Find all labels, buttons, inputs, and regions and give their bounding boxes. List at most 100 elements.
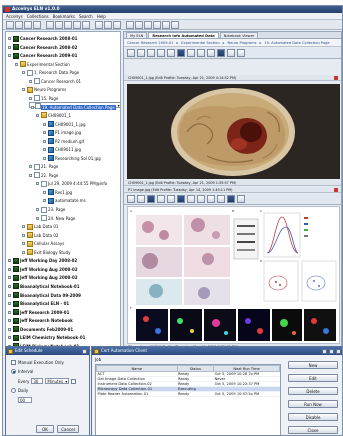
export-button[interactable] [217,195,225,203]
zoom-in-button[interactable] [157,49,165,57]
disable-button[interactable]: Disable [288,413,338,421]
expand-toggle-icon[interactable] [8,293,11,297]
expand-toggle-icon[interactable] [8,302,11,306]
expand-toggle-icon[interactable] [29,165,32,169]
expand-toggle-icon[interactable] [29,173,32,177]
menu-help[interactable]: Help [97,13,106,19]
daily-option[interactable]: Daily [11,388,28,393]
grid-button[interactable] [187,195,195,203]
print-button[interactable] [227,195,235,203]
close-icon[interactable] [334,76,338,80]
expand-toggle-icon[interactable] [8,319,11,323]
save-button[interactable] [237,195,245,203]
expand-toggle-icon[interactable] [36,208,39,211]
expand-toggle-icon[interactable] [22,225,25,229]
expand-toggle-icon[interactable] [8,37,11,40]
table-row[interactable]: Instrument Data Collection-02 Ready Oct 5,… [96,381,280,387]
daily-time-field[interactable]: 00 [18,397,32,403]
breadcrumb-item[interactable]: Experimental Section [181,41,219,45]
expand-toggle-icon[interactable] [22,242,25,246]
zoom-out-button[interactable] [167,195,175,203]
annotate-button[interactable] [177,49,185,57]
ok-button[interactable]: OK [36,425,54,433]
new-button[interactable]: New [288,361,338,369]
expand-toggle-icon[interactable] [43,199,46,203]
expand-toggle-icon[interactable] [22,233,25,237]
delete-button[interactable]: Delete [288,387,338,395]
expand-toggle-icon[interactable] [36,216,39,220]
print-button[interactable] [33,20,41,29]
expand-toggle-icon[interactable] [43,131,46,135]
zoom-in-button[interactable] [157,195,165,203]
expand-toggle-icon[interactable] [22,71,25,75]
expand-toggle-icon[interactable] [29,79,32,83]
expand-toggle-icon[interactable] [22,88,25,92]
expand-toggle-icon[interactable] [8,259,11,263]
expand-toggle-icon[interactable] [8,45,11,49]
table-row[interactable]: Plate Reader Automation-01 Ready Oct 5, 20… [96,391,280,397]
close-icon[interactable] [82,348,87,354]
expand-toggle-icon[interactable] [8,284,11,288]
expand-toggle-icon[interactable] [43,156,46,160]
back-button[interactable] [127,195,135,203]
forward-button[interactable] [137,49,145,57]
crop-button[interactable] [197,195,205,203]
image-button[interactable] [153,20,161,29]
rotate-button[interactable] [207,49,215,57]
expand-toggle-icon[interactable] [8,276,11,280]
save-button[interactable] [24,20,32,29]
tab-2[interactable]: Notebook Viewer [219,32,259,38]
paste-button[interactable] [64,20,72,29]
search-button[interactable] [95,20,103,29]
chart-button[interactable] [171,20,179,29]
expand-toggle-icon[interactable] [8,54,11,58]
home-button[interactable] [144,20,152,29]
print-button[interactable] [227,49,235,57]
cut-button[interactable] [46,20,54,29]
breadcrumb-item[interactable]: Neuro Programs [228,41,257,45]
minimize-icon[interactable] [322,348,327,354]
close-button[interactable]: Close [288,426,338,434]
save-button[interactable] [237,49,245,57]
menu-bookmarks[interactable]: Bookmarks [53,13,75,19]
tab-1[interactable]: Research Info Automated Data [148,32,219,38]
maximize-icon[interactable] [329,348,334,354]
expand-toggle-icon[interactable] [43,122,46,126]
annotate-button[interactable] [177,195,185,203]
rotate-button[interactable] [207,195,215,203]
manual-checkbox[interactable] [11,360,16,365]
expand-toggle-icon[interactable] [43,139,46,143]
tree-item[interactable]: 19. Automated Data Collection Page [29,102,120,111]
sync-button[interactable] [113,20,121,29]
expand-toggle-icon[interactable] [8,336,11,340]
table-button[interactable] [162,20,170,29]
back-button[interactable] [127,49,135,57]
expand-toggle-icon[interactable] [36,182,39,186]
redo-button[interactable] [82,20,90,29]
expand-toggle-icon[interactable] [8,267,11,271]
expand-toggle-icon[interactable] [8,310,11,314]
fit-button[interactable] [147,49,155,57]
crop-button[interactable] [197,49,205,57]
expand-toggle-icon[interactable] [15,62,18,66]
close-icon[interactable] [336,348,341,354]
expand-toggle-icon[interactable] [36,113,39,117]
expand-toggle-icon[interactable] [31,106,34,110]
tab-0[interactable]: My ELN [126,32,148,38]
menu-collections[interactable]: Collections [27,13,49,19]
interval-spinner[interactable] [71,378,77,384]
refresh-button[interactable] [104,20,112,29]
export-button[interactable] [217,49,225,57]
interval-radio[interactable] [11,369,16,374]
expand-toggle-icon[interactable] [43,190,46,194]
zoom-out-button[interactable] [167,49,175,57]
forward-button[interactable] [137,195,145,203]
expand-toggle-icon[interactable] [43,148,46,152]
edit-button[interactable]: Edit [288,374,338,382]
menu-accelrys[interactable]: Accelrys [6,13,23,19]
breadcrumb-item[interactable]: Cancer Research 2009-01 [127,41,173,45]
grid-button[interactable] [187,49,195,57]
interval-unit-select[interactable]: Minutes [45,378,70,384]
manual-option[interactable]: Manual Execution Only [11,360,64,365]
notebook-tree[interactable]: Cancer Research 2008-01 Cancer Research 2… [5,31,121,351]
